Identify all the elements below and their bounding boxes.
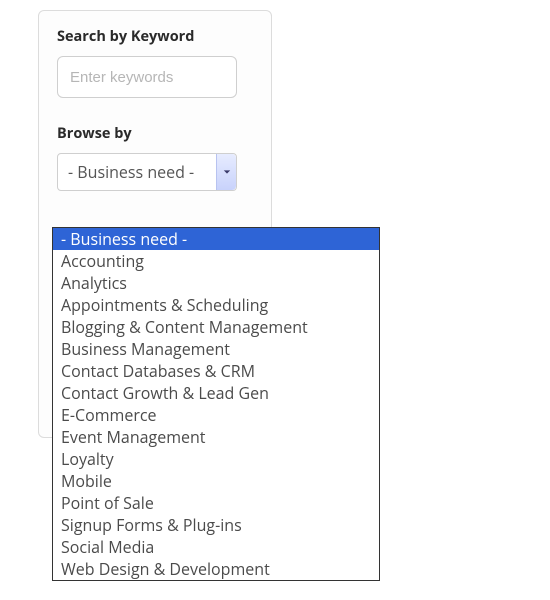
dropdown-option[interactable]: Mobile: [53, 470, 379, 492]
dropdown-option[interactable]: Contact Databases & CRM: [53, 360, 379, 382]
dropdown-option[interactable]: Web Design & Development: [53, 558, 379, 580]
search-section: Search by Keyword: [57, 27, 253, 98]
dropdown-option[interactable]: Signup Forms & Plug-ins: [53, 514, 379, 536]
chevron-down-icon: [216, 154, 236, 190]
dropdown-option[interactable]: Appointments & Scheduling: [53, 294, 379, 316]
dropdown-option[interactable]: - Business need -: [53, 228, 379, 250]
search-input[interactable]: [57, 56, 237, 98]
dropdown-option[interactable]: Loyalty: [53, 448, 379, 470]
dropdown-option[interactable]: Analytics: [53, 272, 379, 294]
dropdown-option[interactable]: Business Management: [53, 338, 379, 360]
browse-label: Browse by: [57, 124, 253, 143]
dropdown-option[interactable]: Social Media: [53, 536, 379, 558]
search-label: Search by Keyword: [57, 27, 253, 46]
dropdown-option[interactable]: Blogging & Content Management: [53, 316, 379, 338]
select-current-value: - Business need -: [68, 161, 194, 183]
browse-section: Browse by - Business need -: [57, 124, 253, 191]
dropdown-option[interactable]: Accounting: [53, 250, 379, 272]
dropdown-option[interactable]: Point of Sale: [53, 492, 379, 514]
dropdown-option[interactable]: E-Commerce: [53, 404, 379, 426]
business-need-dropdown[interactable]: - Business need -AccountingAnalyticsAppo…: [52, 227, 380, 581]
dropdown-option[interactable]: Contact Growth & Lead Gen: [53, 382, 379, 404]
business-need-select[interactable]: - Business need -: [57, 153, 237, 191]
dropdown-option[interactable]: Event Management: [53, 426, 379, 448]
